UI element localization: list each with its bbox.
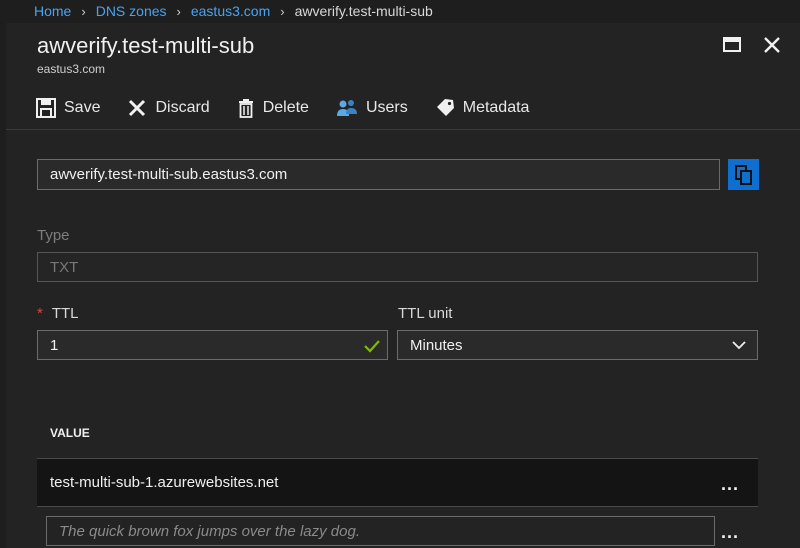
- ttl-label: * TTL: [37, 305, 79, 322]
- ttl-label-text: TTL: [51, 305, 79, 322]
- more-options-icon[interactable]: ...: [721, 475, 739, 493]
- page: Home › DNS zones › eastus3.com › awverif…: [0, 0, 800, 548]
- ttl-input[interactable]: 1: [37, 330, 388, 360]
- breadcrumb-separator: ›: [176, 3, 181, 19]
- save-icon: [36, 97, 56, 118]
- trash-icon: [238, 98, 253, 118]
- check-icon: [364, 340, 380, 353]
- ttl-unit-label: TTL unit: [398, 305, 453, 322]
- required-mark: *: [37, 305, 43, 322]
- type-label: Type: [37, 227, 70, 244]
- value-row[interactable]: test-multi-sub-1.azurewebsites.net ...: [37, 458, 758, 507]
- users-icon: [336, 99, 357, 116]
- metadata-button[interactable]: Metadata: [435, 93, 530, 123]
- ttl-unit-select[interactable]: Minutes: [397, 330, 758, 360]
- discard-button[interactable]: Discard: [127, 93, 210, 123]
- maximize-icon[interactable]: [718, 31, 746, 59]
- save-label: Save: [64, 98, 101, 116]
- blade-subtitle: eastus3.com: [37, 62, 106, 76]
- breadcrumb-home[interactable]: Home: [34, 3, 71, 19]
- breadcrumb-dns-zones[interactable]: DNS zones: [96, 3, 167, 19]
- fqdn-field[interactable]: awverify.test-multi-sub.eastus3.com: [37, 159, 720, 190]
- new-value-row: ...: [37, 507, 758, 548]
- value-column-header: VALUE: [50, 426, 90, 440]
- chevron-down-icon: [732, 341, 746, 350]
- breadcrumb-zone[interactable]: eastus3.com: [191, 3, 270, 19]
- ttl-unit-value: Minutes: [410, 336, 463, 354]
- type-field: TXT: [37, 252, 758, 282]
- metadata-label: Metadata: [462, 98, 530, 116]
- save-button[interactable]: Save: [36, 93, 100, 123]
- delete-label: Delete: [262, 98, 309, 116]
- tag-icon: [436, 98, 454, 116]
- ttl-value: 1: [50, 336, 59, 354]
- new-value-input[interactable]: [46, 516, 715, 546]
- more-options-icon[interactable]: ...: [721, 523, 739, 541]
- record-form: awverify.test-multi-sub.eastus3.com Type…: [6, 130, 800, 548]
- copy-to-clipboard-button[interactable]: [728, 159, 759, 190]
- breadcrumb-separator: ›: [81, 3, 86, 19]
- discard-label: Discard: [155, 98, 210, 116]
- copy-icon: [734, 164, 752, 185]
- users-label: Users: [365, 98, 408, 116]
- breadcrumb-current: awverify.test-multi-sub: [294, 3, 433, 19]
- discard-icon: [129, 99, 146, 116]
- breadcrumb: Home › DNS zones › eastus3.com › awverif…: [0, 0, 800, 22]
- close-icon[interactable]: [758, 31, 786, 59]
- value-text: test-multi-sub-1.azurewebsites.net: [50, 474, 279, 491]
- users-button[interactable]: Users: [336, 93, 408, 123]
- blade-title: awverify.test-multi-sub: [37, 33, 255, 58]
- delete-button[interactable]: Delete: [237, 93, 309, 123]
- record-set-blade: awverify.test-multi-sub eastus3.com Save: [6, 23, 800, 548]
- command-bar: Save Discard Delete Users Metadata: [6, 86, 800, 130]
- breadcrumb-separator: ›: [280, 3, 285, 19]
